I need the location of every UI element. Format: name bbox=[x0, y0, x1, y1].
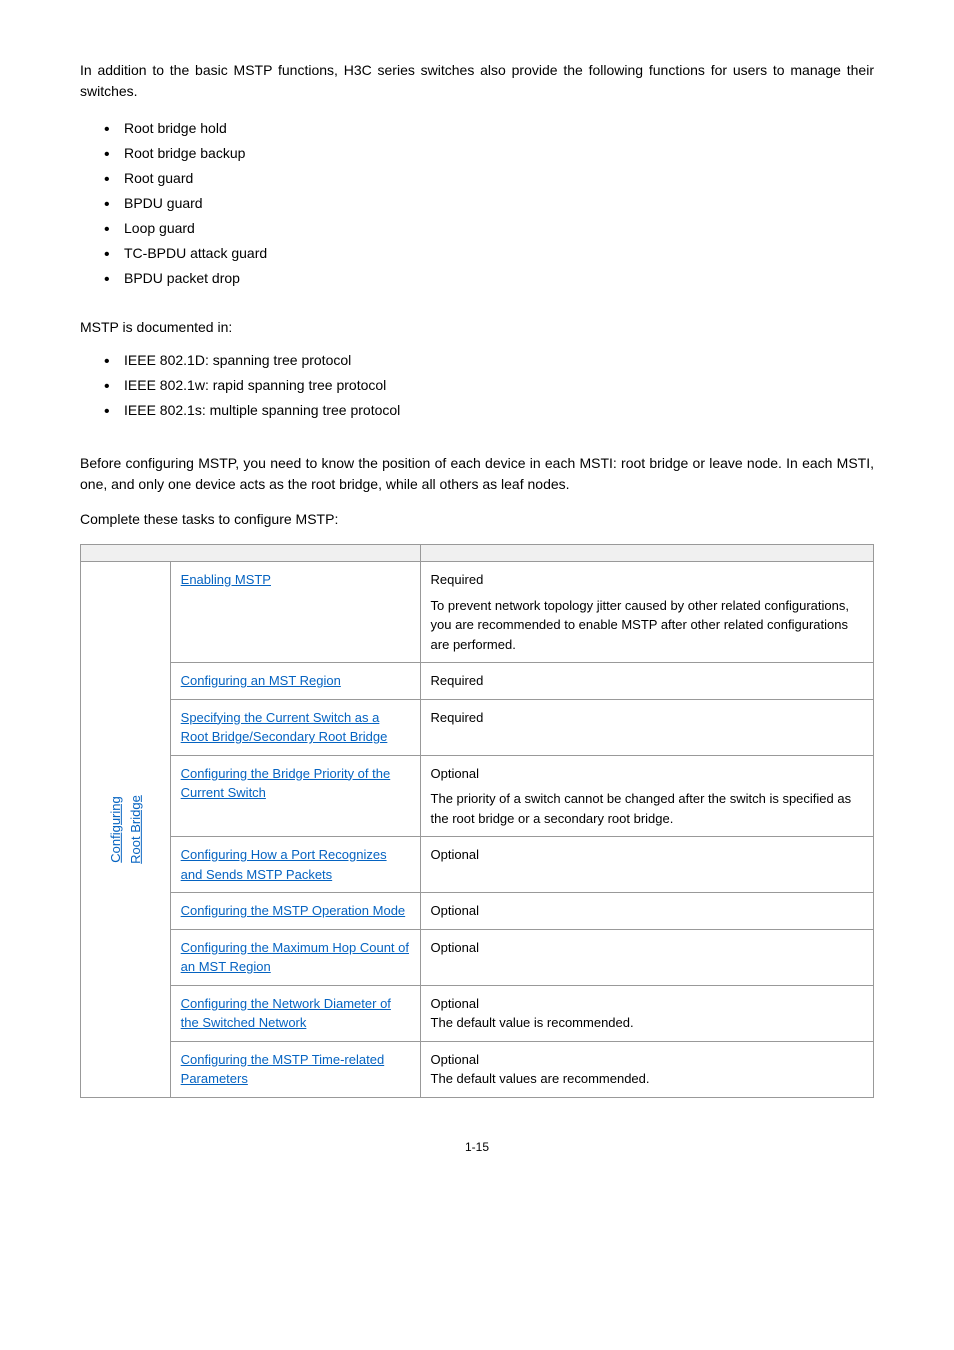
remark-cell: Optional bbox=[420, 837, 873, 893]
enabling-mstp-link[interactable]: Enabling MSTP bbox=[181, 572, 271, 587]
remark-cell: Optional The priority of a switch cannot… bbox=[420, 755, 873, 837]
remark-cell: Optional The default value is recommende… bbox=[420, 985, 873, 1041]
list-item: Root bridge backup bbox=[104, 143, 874, 164]
table-header-task bbox=[81, 545, 421, 562]
configuring-root-bridge-link[interactable]: ConfiguringRoot Bridge bbox=[108, 795, 143, 864]
configuring-mstp-time-related-link[interactable]: Configuring the MSTP Time-related Parame… bbox=[181, 1052, 385, 1087]
list-item: IEEE 802.1w: rapid spanning tree protoco… bbox=[104, 375, 874, 396]
configuring-mstp-operation-mode-link[interactable]: Configuring the MSTP Operation Mode bbox=[181, 903, 406, 918]
configuring-port-recognizes-link[interactable]: Configuring How a Port Recognizes and Se… bbox=[181, 847, 387, 882]
specifying-current-switch-link[interactable]: Specifying the Current Switch as a Root … bbox=[181, 710, 388, 745]
list-item: TC-BPDU attack guard bbox=[104, 243, 874, 264]
configuring-max-hop-count-link[interactable]: Configuring the Maximum Hop Count of an … bbox=[181, 940, 409, 975]
intro-paragraph: In addition to the basic MSTP functions,… bbox=[80, 60, 874, 102]
remark-cell: Required To prevent network topology jit… bbox=[420, 562, 873, 663]
task-cell: Configuring How a Port Recognizes and Se… bbox=[170, 837, 420, 893]
list-item: Root guard bbox=[104, 168, 874, 189]
task-cell: Configuring the Network Diameter of the … bbox=[170, 985, 420, 1041]
before-config-paragraph: Before configuring MSTP, you need to kno… bbox=[80, 453, 874, 495]
list-item: BPDU packet drop bbox=[104, 268, 874, 289]
list-item: BPDU guard bbox=[104, 193, 874, 214]
table-side-cell: ConfiguringRoot Bridge bbox=[81, 562, 171, 1098]
list-item: Root bridge hold bbox=[104, 118, 874, 139]
task-cell: Configuring the Maximum Hop Count of an … bbox=[170, 929, 420, 985]
remark-cell: Required bbox=[420, 699, 873, 755]
configuring-mst-region-link[interactable]: Configuring an MST Region bbox=[181, 673, 341, 688]
list-item: IEEE 802.1s: multiple spanning tree prot… bbox=[104, 400, 874, 421]
remark-cell: Optional The default values are recommen… bbox=[420, 1041, 873, 1097]
bullet-list-2: IEEE 802.1D: spanning tree protocol IEEE… bbox=[80, 350, 874, 421]
mstp-task-table: ConfiguringRoot Bridge Enabling MSTP Req… bbox=[80, 544, 874, 1098]
list-item: IEEE 802.1D: spanning tree protocol bbox=[104, 350, 874, 371]
remark-cell: Optional bbox=[420, 929, 873, 985]
task-cell: Configuring the Bridge Priority of the C… bbox=[170, 755, 420, 837]
configuring-network-diameter-link[interactable]: Configuring the Network Diameter of the … bbox=[181, 996, 391, 1031]
configuring-bridge-priority-link[interactable]: Configuring the Bridge Priority of the C… bbox=[181, 766, 391, 801]
table-header-remarks bbox=[420, 545, 873, 562]
task-cell: Configuring the MSTP Operation Mode bbox=[170, 893, 420, 930]
task-cell: Enabling MSTP bbox=[170, 562, 420, 663]
task-cell: Configuring the MSTP Time-related Parame… bbox=[170, 1041, 420, 1097]
list-item: Loop guard bbox=[104, 218, 874, 239]
complete-tasks-line: Complete these tasks to configure MSTP: bbox=[80, 509, 874, 530]
remark-cell: Optional bbox=[420, 893, 873, 930]
bullet-list-1: Root bridge hold Root bridge backup Root… bbox=[80, 118, 874, 289]
remark-cell: Required bbox=[420, 663, 873, 700]
documented-line: MSTP is documented in: bbox=[80, 317, 874, 338]
task-cell: Specifying the Current Switch as a Root … bbox=[170, 699, 420, 755]
task-cell: Configuring an MST Region bbox=[170, 663, 420, 700]
page-number: 1-15 bbox=[80, 1138, 874, 1156]
